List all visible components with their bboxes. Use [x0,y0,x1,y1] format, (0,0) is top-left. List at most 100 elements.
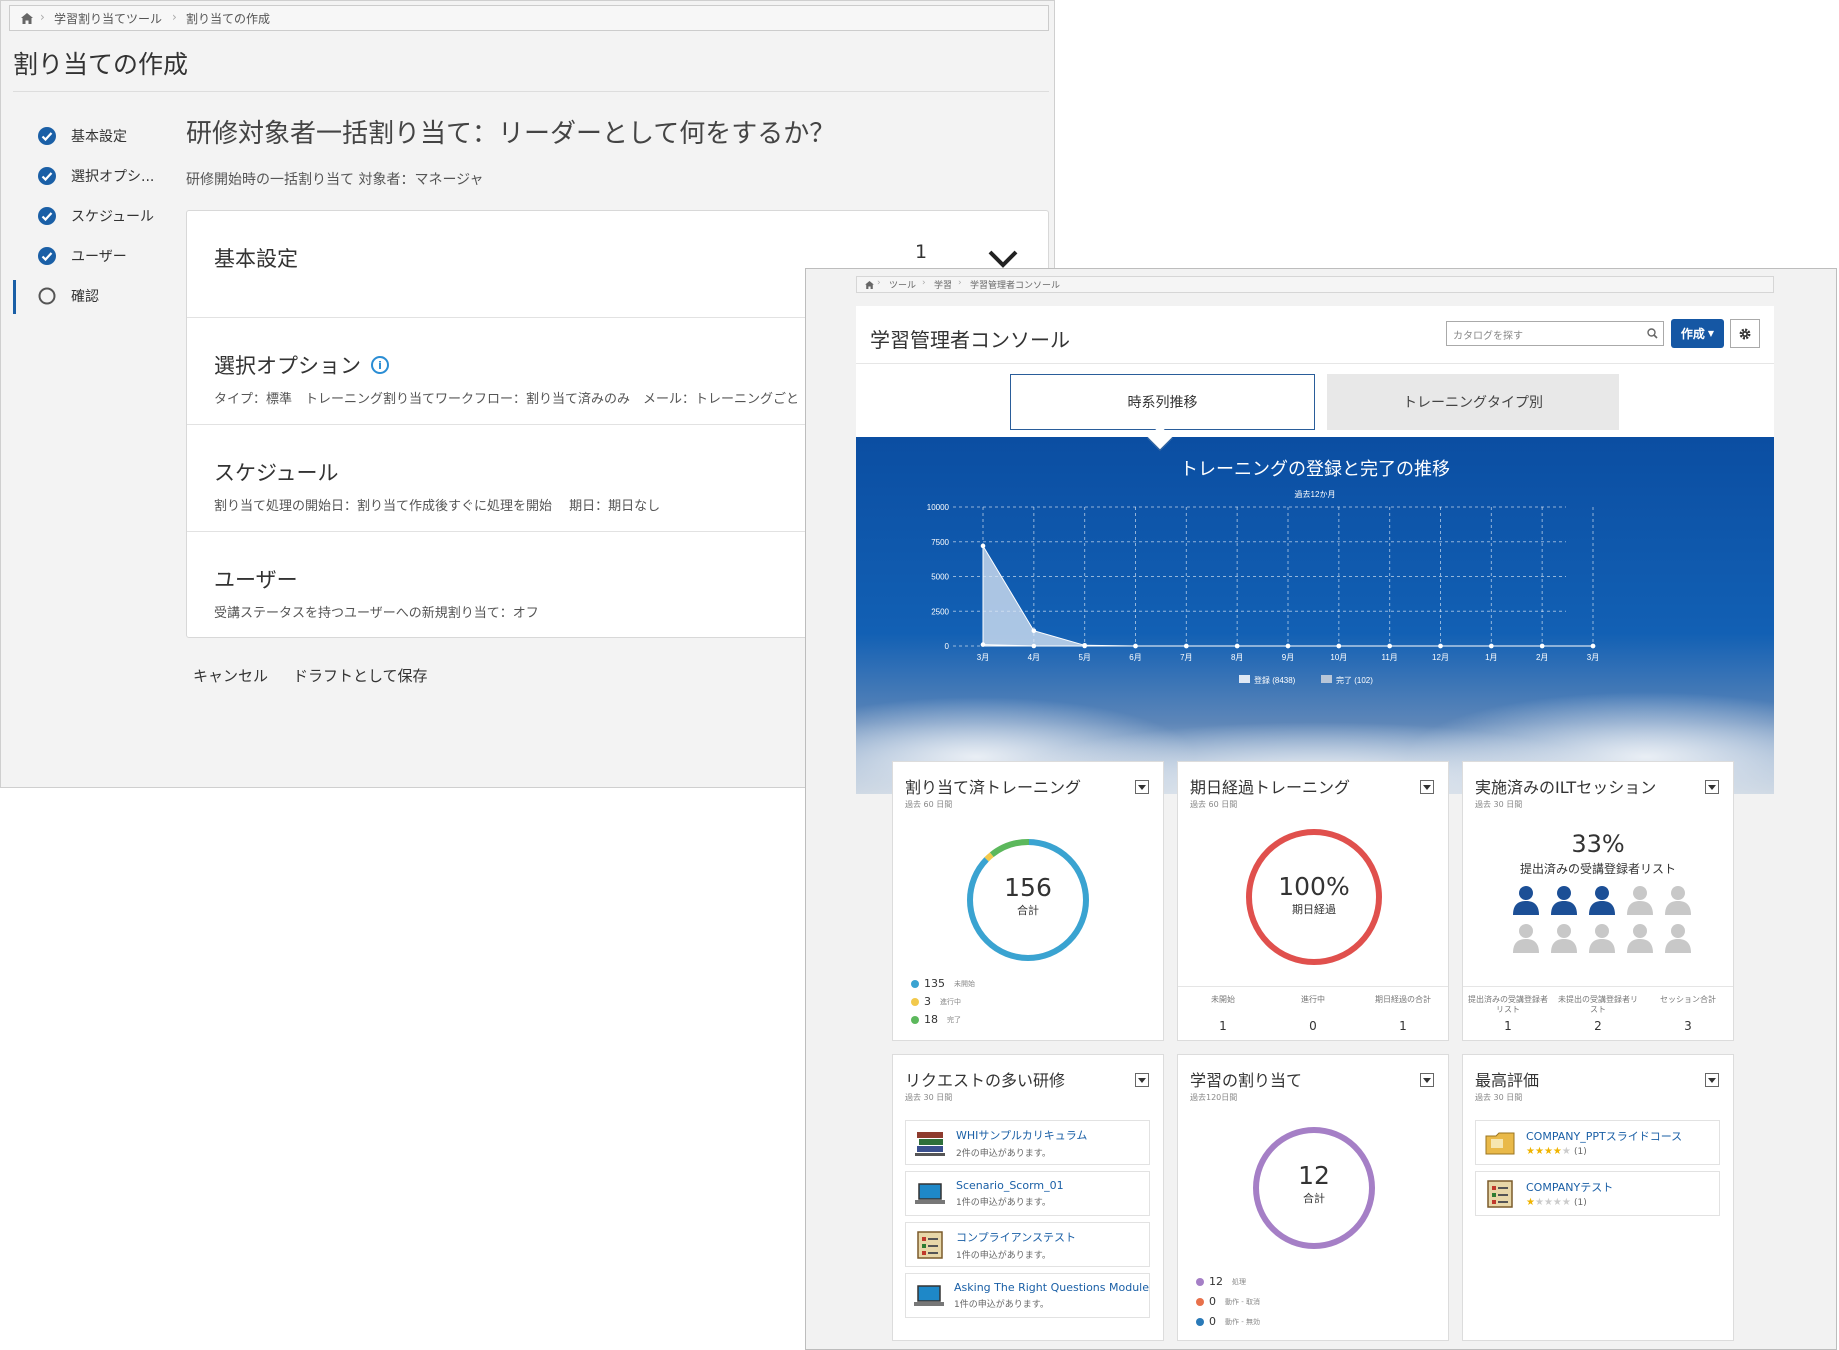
wizard-steps: 基本設定 選択オプシ... スケジュール ユーザー 確認 [13,116,163,316]
breadcrumb: ツール 学習 学習管理者コンソール [856,276,1774,293]
data-point [1336,643,1342,649]
widget-top-rated: 最高評価 過去 30 日間 COMPANY_PPTスライドコース ★★★★★ (1… [1462,1054,1734,1341]
widget-most-requested: リクエストの多い研修 過去 30 日間 WHIサンプルカリキュラム 2件の申込があ… [892,1054,1164,1341]
step-options[interactable]: 選択オプシ... [13,156,163,196]
step-label: ユーザー [71,249,127,265]
donut-center: 156 合計 [1004,873,1052,918]
check-circle-icon [37,206,57,226]
step-schedule[interactable]: スケジュール [13,196,163,236]
section-title: 選択オプション [214,354,361,378]
step-label: スケジュール [71,209,155,225]
widget-overdue-training: 期日経過トレーニング 過去 60 日間 100% 期日経過 未開始 1 進行中 0 … [1177,761,1449,1041]
person-icon [1545,922,1583,960]
list-item[interactable]: Asking The Right Questions Module 1件の申込があ… [905,1273,1150,1318]
chart-title: トレーニングの登録と完了の推移 [1180,459,1450,479]
x-tick-label: 9月 [1282,653,1294,662]
chart-subtitle: 過去12か月 [1295,489,1336,499]
cancel-button[interactable]: キャンセル [193,665,268,686]
console-title: 学習管理者コンソール [870,328,1070,352]
list-item[interactable]: Scenario_Scorm_01 1件の申込があります。 [905,1171,1150,1216]
data-point [1234,643,1240,649]
donut-center: 100% 期日経過 [1278,872,1350,917]
legend-item: 135 未開始 [911,977,975,990]
data-point [1133,643,1138,649]
breadcrumb-item[interactable]: ツール [877,278,926,291]
legend-swatch [1321,675,1332,683]
person-icon [1621,884,1659,922]
widget-menu-icon[interactable] [1420,1073,1434,1087]
widget-ilt-sessions: 実施済みのILTセッション 過去 30 日間 33% 提出済みの受講登録者リスト… [1462,761,1734,1041]
list-item[interactable]: COMPANY_PPTスライドコース ★★★★★ (1) [1475,1120,1720,1165]
console-header: 学習管理者コンソール カタログを探す 作成 ▼ [856,306,1774,364]
legend-item: 3 進行中 [911,995,961,1008]
ilt-percent: 33% [1571,830,1625,858]
check-circle-icon [37,166,57,186]
step-confirm[interactable]: 確認 [13,276,163,316]
widget-menu-icon[interactable] [1135,1073,1149,1087]
data-point [1031,643,1037,649]
person-icon [1507,922,1545,960]
step-label: 選択オプシ... [71,169,155,185]
breadcrumb-item: 割り当ての作成 [172,10,284,27]
tab-timeseries[interactable]: 時系列推移 [1010,374,1315,430]
x-tick-label: 6月 [1129,653,1141,662]
section-count: 1 [915,241,928,263]
chart-tabs: 時系列推移 トレーニングタイプ別 [856,364,1774,451]
list-item[interactable]: コンプライアンステスト 1件の申込があります。 [905,1222,1150,1267]
x-tick-label: 12月 [1432,653,1449,662]
page-title: 割り当ての作成 [13,50,189,79]
widget-menu-icon[interactable] [1420,780,1434,794]
tab-training-type[interactable]: トレーニングタイプ別 [1327,374,1619,430]
y-tick-label: 0 [945,642,950,651]
step-users[interactable]: ユーザー [13,236,163,276]
save-draft-button[interactable]: ドラフトとして保存 [293,665,428,686]
data-point [980,642,986,647]
widget-menu-icon[interactable] [1705,780,1719,794]
list-item[interactable]: WHIサンプルカリキュラム 2件の申込があります。 [905,1120,1150,1165]
breadcrumb: 学習割り当てツール 割り当ての作成 [9,5,1049,31]
empty-circle-icon [37,286,57,306]
home-icon[interactable] [10,12,44,24]
gear-icon[interactable] [1730,319,1760,348]
legend-item: 18 完了 [911,1013,961,1026]
assignment-subtitle: 研修開始時の一括割り当て 対象者：マネージャ [186,172,484,188]
widget-title: リクエストの多い研修 [905,1071,1066,1090]
person-icon [1659,884,1697,922]
legend-label: 登録 (8438) [1254,675,1296,685]
breadcrumb-item[interactable]: 学習 [922,278,962,291]
search-placeholder: カタログを探す [1453,331,1523,342]
legend-item: 0 動作 - 無効 [1196,1315,1260,1328]
x-tick-label: 2月 [1536,653,1548,662]
check-circle-icon [37,126,57,146]
step-basic[interactable]: 基本設定 [13,116,163,156]
widget-title: 期日経過トレーニング [1190,778,1351,797]
books-icon [912,1127,948,1159]
y-tick-label: 5000 [931,573,949,582]
create-button[interactable]: 作成 ▼ [1671,319,1724,348]
admin-console-window: ツール 学習 学習管理者コンソール 学習管理者コンソール カタログを探す 作成▼… [805,268,1837,1350]
info-icon[interactable]: i [371,356,389,374]
x-tick-label: 3月 [977,653,989,662]
person-icon [1507,884,1545,922]
x-tick-label: 8月 [1231,653,1243,662]
check-circle-icon [37,246,57,266]
data-point [1539,643,1545,649]
folder-icon [1482,1127,1518,1159]
widget-period: 過去 60 日間 [1190,800,1238,809]
catalog-search-input[interactable]: カタログを探す [1446,321,1664,346]
breadcrumb-item[interactable]: 学習割り当てツール [40,10,176,27]
widget-period: 過去 60 日間 [905,800,953,809]
step-label: 基本設定 [71,129,127,145]
widget-title: 割り当て済トレーニング [905,778,1082,797]
widget-menu-icon[interactable] [1705,1073,1719,1087]
x-tick-label: 11月 [1382,653,1398,662]
widget-stats: 未開始 1 進行中 0 期日経過の合計 1 [1178,986,1448,1040]
data-point [1387,643,1392,649]
x-tick-label: 10月 [1330,653,1347,662]
widget-title: 学習の割り当て [1190,1071,1303,1090]
ilt-description: 提出済みの受講登録者リスト [1519,862,1676,876]
widget-menu-icon[interactable] [1135,780,1149,794]
search-icon [1647,328,1658,339]
person-icon [1583,922,1621,960]
list-item[interactable]: COMPANYテスト ★★★★★ (1) [1475,1171,1720,1216]
